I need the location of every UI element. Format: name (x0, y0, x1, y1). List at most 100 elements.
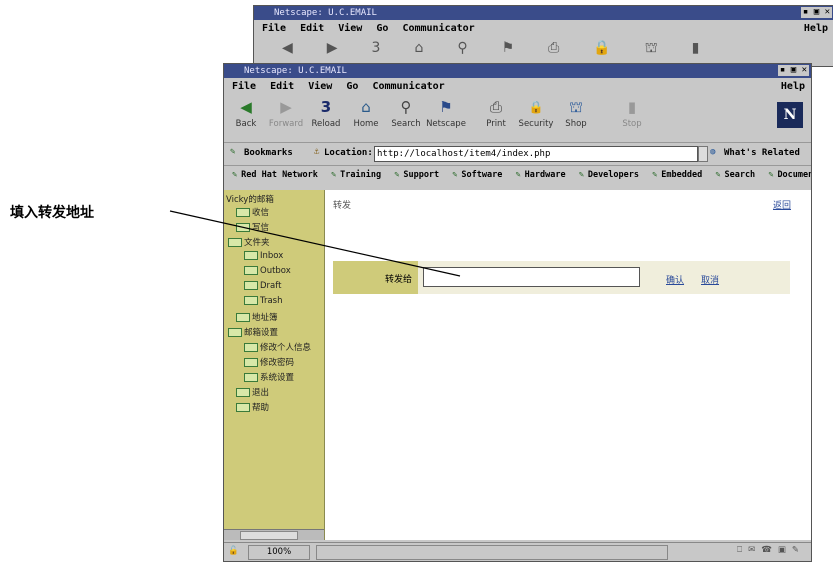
personal-toolbar: ✎ Red Hat Network ✎ Training ✎ Support ✎ Sof… (224, 165, 811, 184)
whats-related-button[interactable]: What's Related (724, 148, 800, 158)
personal-link-hardware[interactable]: ✎ Hardware (512, 170, 566, 180)
sidebar-item[interactable]: 帮助 (236, 401, 269, 413)
window-title: Netscape: U.C.EMAIL (244, 66, 347, 76)
sidebar-item-label: 写信 (252, 223, 270, 233)
reload-button[interactable]: 3 Reload (306, 98, 346, 129)
back-window: Netscape: U.C.EMAIL ▪ ▣ ✕ File Edit View… (253, 5, 833, 67)
sidebar-item[interactable]: 地址簿 (236, 311, 278, 323)
sidebar-item[interactable]: 修改密码 (244, 356, 294, 368)
security-button[interactable]: 🔒 Security (516, 98, 556, 129)
sidebar-item[interactable]: 邮箱设置 (228, 326, 278, 338)
security-button-label: Security (518, 119, 554, 129)
menu-communicator[interactable]: Communicator (372, 81, 444, 92)
annotation-label: 填入转发地址 (10, 205, 94, 221)
scrollbar-thumb[interactable] (240, 531, 298, 540)
sidebar-item-label: 修改密码 (260, 358, 295, 368)
back-window-titlebar: Netscape: U.C.EMAIL ▪ ▣ ✕ (254, 6, 833, 20)
cancel-button[interactable]: 取消 (701, 273, 719, 286)
back-window-title: Netscape: U.C.EMAIL (274, 8, 377, 18)
personal-link-training[interactable]: ✎ Training (327, 170, 381, 180)
forward-arrow-icon: ▶ (280, 98, 292, 116)
personal-link-support[interactable]: ✎ Support (390, 170, 439, 180)
netscape-button[interactable]: ⚑ Netscape (426, 98, 466, 129)
folder-icon (244, 296, 258, 305)
sidebar-item[interactable]: Draft (244, 281, 281, 291)
sidebar-item[interactable]: 系统设置 (244, 371, 294, 383)
forward-button[interactable]: ▶ Forward (266, 98, 306, 129)
shop-button[interactable]: ⛫ Shop (556, 98, 596, 129)
sidebar-item-label: 系统设置 (260, 373, 295, 383)
confirm-button[interactable]: 确认 (666, 273, 684, 286)
sidebar-item[interactable]: 退出 (236, 386, 269, 398)
personal-link-developers[interactable]: ✎ Developers (575, 170, 639, 180)
personal-link-label: Support (403, 170, 440, 180)
personal-link-software[interactable]: ✎ Software (448, 170, 502, 180)
personal-link-red-hat-network[interactable]: ✎ Red Hat Network (228, 170, 318, 180)
personal-link-search[interactable]: ✎ Search (711, 170, 755, 180)
folder-icon (236, 208, 250, 217)
netscape-logo: N (777, 102, 803, 128)
reload-button-label: Reload (311, 119, 341, 129)
folder-icon (228, 328, 242, 337)
window-titlebar: Netscape: U.C.EMAIL ▪ ▣ ✕ (224, 64, 811, 78)
personal-link-label: Embedded (661, 170, 703, 180)
back-menu-communicator[interactable]: Communicator (402, 23, 474, 34)
menu-file[interactable]: File (232, 81, 256, 92)
print-button-label: Print (486, 119, 506, 129)
sidebar-item[interactable]: 写信 (236, 221, 269, 233)
sidebar-item-label: 退出 (252, 388, 270, 398)
home-button[interactable]: ⌂ Home (346, 98, 386, 129)
sidebar-item[interactable]: Outbox (244, 266, 291, 276)
print-button[interactable]: ⎙ Print (476, 98, 516, 129)
component-bar-icons[interactable]: ⎕✉☎▣✎ (737, 545, 805, 555)
back-menu-edit[interactable]: Edit (300, 23, 324, 34)
back-arrow-icon: ◀ (240, 98, 252, 116)
folder-icon (244, 343, 258, 352)
netscape-icon: ⚑ (439, 98, 453, 116)
back-menu-file[interactable]: File (262, 23, 286, 34)
menu-go[interactable]: Go (346, 81, 358, 92)
folder-icon (244, 266, 258, 275)
home-icon: ⌂ (361, 98, 371, 116)
menu-edit[interactable]: Edit (270, 81, 294, 92)
menu-view[interactable]: View (308, 81, 332, 92)
sidebar-item[interactable]: Trash (244, 296, 282, 306)
sidebar-item[interactable]: Inbox (244, 251, 283, 261)
pen-icon: ✎ (768, 170, 774, 180)
stop-button[interactable]: ▮ Stop (612, 98, 652, 129)
folder-icon (236, 403, 250, 412)
back-menu-view[interactable]: View (338, 23, 362, 34)
back-button[interactable]: ◀ Back (226, 98, 266, 129)
back-link[interactable]: 返回 (773, 198, 791, 211)
print-icon: ⎙ (489, 98, 502, 116)
personal-link-embedded[interactable]: ✎ Embedded (648, 170, 702, 180)
sidebar-item[interactable]: 修改个人信息 (244, 341, 311, 353)
personal-link-documentation[interactable]: ✎ Documen (764, 170, 811, 180)
pen-icon: ✎ (578, 170, 584, 180)
sidebar-item-label: Inbox (260, 251, 284, 261)
sidebar-item-label: 文件夹 (244, 238, 270, 248)
location-bar: ✎ Bookmarks ⚓ Location: http://localhost… (224, 142, 811, 165)
sidebar-item-label: 地址簿 (252, 313, 278, 323)
personal-link-label: Developers (587, 170, 640, 180)
url-dropdown-button[interactable] (698, 146, 708, 162)
folder-icon (244, 251, 258, 260)
sidebar-horizontal-scrollbar[interactable] (224, 529, 324, 540)
bookmarks-button[interactable]: Bookmarks (244, 148, 293, 158)
back-window-controls[interactable]: ▪ ▣ ✕ (800, 7, 832, 18)
sidebar-item[interactable]: 文件夹 (228, 236, 270, 248)
sidebar-item[interactable]: 收信 (236, 206, 269, 218)
search-button[interactable]: ⚲ Search (386, 98, 426, 129)
forward-to-label-cell: 转发给 (333, 261, 418, 294)
menu-help[interactable]: Help (781, 79, 805, 95)
forward-address-input[interactable] (423, 267, 640, 287)
personal-link-label: Search (724, 170, 756, 180)
back-menu-help[interactable]: Help (804, 21, 828, 37)
home-button-label: Home (353, 119, 379, 129)
window-controls[interactable]: ▪ ▣ ✕ (777, 65, 809, 76)
url-input[interactable]: http://localhost/item4/index.php (374, 146, 698, 162)
back-menu-go[interactable]: Go (376, 23, 388, 34)
pen-icon: ✎ (394, 170, 400, 180)
pen-icon: ✎ (515, 170, 521, 180)
forward-button-label: Forward (268, 119, 304, 129)
